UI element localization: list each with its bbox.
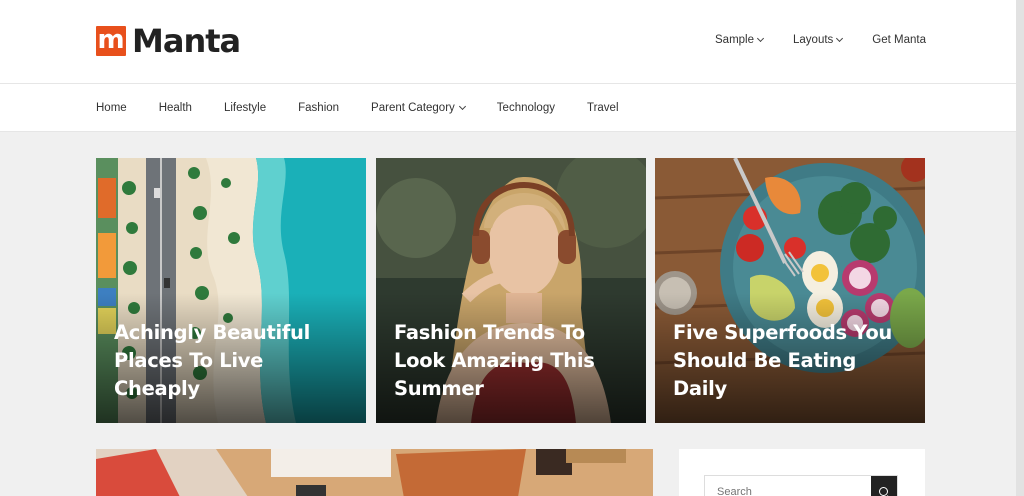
chevron-down-icon: [836, 34, 844, 43]
featured-post-title[interactable]: Five Superfoods You Should Be Eating Dai…: [673, 319, 909, 403]
top-navigation: Sample Layouts Get Manta: [715, 34, 926, 46]
search-form: [704, 475, 898, 496]
topnav-layouts[interactable]: Layouts: [793, 34, 844, 46]
nav-item-technology[interactable]: Technology: [497, 102, 555, 114]
topnav-get-manta[interactable]: Get Manta: [872, 34, 926, 46]
nav-item-travel[interactable]: Travel: [587, 102, 619, 114]
nav-item-label: Home: [96, 102, 127, 114]
chevron-down-icon: [458, 102, 466, 111]
nav-item-parent-category[interactable]: Parent Category: [371, 102, 466, 114]
logo-text: Manta: [132, 22, 241, 60]
nav-item-home[interactable]: Home: [96, 102, 127, 114]
main-navigation: Home Health Lifestyle Fashion Parent Cat…: [0, 84, 1024, 132]
featured-post-title[interactable]: Fashion Trends To Look Amazing This Summ…: [394, 319, 630, 403]
logo-mark: m: [96, 25, 126, 56]
topnav-get-manta-label: Get Manta: [872, 34, 926, 46]
search-icon: [878, 486, 890, 496]
topnav-sample-label: Sample: [715, 34, 755, 46]
nav-item-label: Fashion: [298, 102, 340, 114]
site-logo[interactable]: m Manta: [96, 22, 241, 60]
featured-post-card[interactable]: Five Superfoods You Should Be Eating Dai…: [655, 158, 925, 423]
featured-post-card[interactable]: Fashion Trends To Look Amazing This Summ…: [376, 158, 646, 423]
nav-item-health[interactable]: Health: [159, 102, 192, 114]
site-header: m Manta Sample Layouts Get Manta: [0, 0, 1024, 84]
nav-item-label: Lifestyle: [223, 102, 267, 114]
nav-item-label: Technology: [496, 102, 555, 114]
nav-item-label: Travel: [586, 102, 619, 114]
nav-item-lifestyle[interactable]: Lifestyle: [224, 102, 266, 114]
chevron-down-icon: [756, 34, 765, 43]
desk-image: [96, 449, 653, 496]
search-button[interactable]: [871, 476, 897, 496]
nav-item-fashion[interactable]: Fashion: [298, 102, 339, 114]
post-thumbnail[interactable]: [96, 449, 653, 496]
search-widget: [679, 449, 925, 496]
nav-item-label: Health: [158, 102, 192, 114]
featured-post-card[interactable]: Achingly Beautiful Places To Live Cheapl…: [96, 158, 366, 423]
search-input[interactable]: [705, 476, 871, 496]
featured-post-title[interactable]: Achingly Beautiful Places To Live Cheapl…: [114, 319, 350, 403]
topnav-sample[interactable]: Sample: [715, 34, 765, 46]
scrollbar-track[interactable]: [1016, 0, 1024, 496]
topnav-layouts-label: Layouts: [793, 34, 834, 46]
nav-item-label: Parent Category: [371, 102, 455, 114]
